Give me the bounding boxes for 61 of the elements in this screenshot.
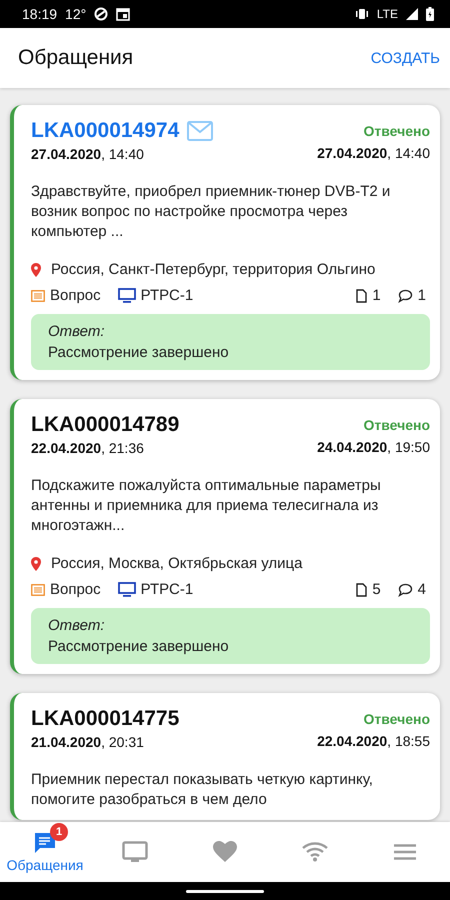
ticket-number: LKA000014775 [31,707,180,731]
ticket-channel: РТРС-1 [140,287,194,304]
answer-text: Рассмотрение завершено [48,344,230,361]
answer-label: Ответ: [48,617,106,634]
ticket-card[interactable] [10,399,440,674]
ticket-status: Отвечено [363,123,430,139]
wifi-icon [302,842,328,862]
location-pin-icon [31,556,41,570]
comment-count: 4 [418,581,426,598]
home-handle[interactable] [186,890,264,892]
monitor-icon [118,288,136,303]
ticket-text: Здравствуйте, приобрел приемник-тюнер DVB-T2 и возник вопрос по настройке просмотра через компьютер ... [31,182,392,242]
ticket-card[interactable]: LKA000014775 21.04.2020, 20:31 Отвечено 22.04.2020, 18:55 Приемник перестал показывать четкую картинку, помогите разобраться в чем дело [10,693,440,820]
ticket-status: Отвечено [363,417,430,433]
file-icon [356,582,368,596]
create-button[interactable]: СОЗДАТЬ [370,44,440,72]
ticket-type: Вопрос [50,287,101,304]
answer-label: Ответ: [48,323,106,340]
created-date: 27.04.2020, 14:40 [31,146,145,162]
envelope-icon [187,121,214,141]
signal-icon [406,8,418,20]
comment-icon [398,582,413,596]
notification-badge: 1 [50,823,68,841]
network-type: LTE [376,7,398,21]
comment-icon [398,288,413,302]
ticket-channel: РТРС-1 [140,581,194,598]
status-time: 18:19 [22,6,58,22]
answered-date: 22.04.2020, 18:55 [317,733,430,749]
created-date: 21.04.2020, 20:31 [31,734,145,750]
answered-date: 24.04.2020, 19:50 [317,439,430,455]
file-icon [356,288,368,302]
comment-count: 1 [418,287,426,304]
menu-icon [394,844,416,860]
created-date: 22.04.2020, 21:36 [31,440,145,456]
battery-icon [426,7,434,21]
file-count: 5 [372,581,381,598]
file-count: 1 [372,287,381,304]
ticket-type: Вопрос [50,581,101,598]
list-icon [31,290,45,302]
location-pin-icon [31,262,41,276]
ticket-card[interactable] [10,105,440,380]
list-icon [31,584,45,596]
ticket-number: LKA000014974 [31,119,180,143]
no-disturb-icon [94,7,108,21]
ticket-text: Приемник перестал показывать четкую картинку, помогите разобраться в чем дело [31,770,374,810]
temperature: 12° [65,6,86,22]
answered-date: 27.04.2020, 14:40 [317,145,430,161]
heart-icon [213,841,237,863]
calendar-icon [116,8,130,20]
monitor-icon [122,841,148,863]
monitor-icon [118,582,136,597]
vibrate-icon [354,8,369,20]
page-title: Обращения [18,46,134,70]
ticket-text: Подскажите пожалуйста оптимальные параметры антенны и приемника для приема телесигнала из многоэтажн... [31,476,382,536]
chat-icon [33,831,57,855]
ticket-status: Отвечено [363,711,430,727]
ticket-location: Россия, Санкт-Петербург, территория Ольгино [51,261,376,278]
answer-text: Рассмотрение завершено [48,638,230,655]
ticket-number: LKA000014789 [31,413,180,437]
nav-tab[interactable]: 1 Обращения [0,822,90,882]
ticket-location: Россия, Москва, Октябрьская улица [51,555,302,572]
